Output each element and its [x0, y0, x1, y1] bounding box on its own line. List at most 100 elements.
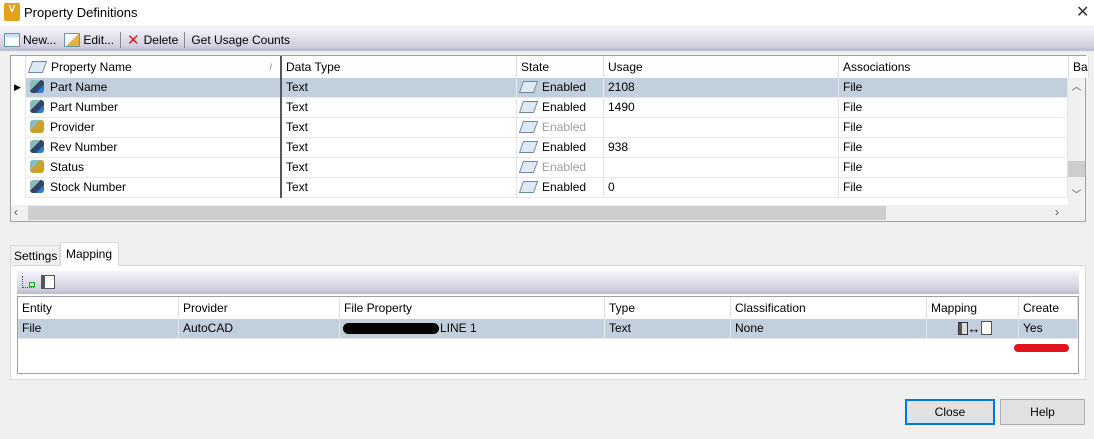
usage-cell: 2108	[604, 78, 839, 98]
mapping-cell[interactable]: ↔	[927, 319, 1019, 339]
usage-cell: 938	[604, 138, 839, 158]
vertical-scrollbar[interactable]: ︿ ﹀	[1068, 78, 1085, 205]
panel-view-icon[interactable]	[41, 275, 55, 289]
data-type-cell: Text	[282, 158, 517, 178]
property-icon	[30, 100, 44, 113]
scroll-left-icon[interactable]: ‹	[14, 205, 18, 219]
data-type-cell: Text	[282, 78, 517, 98]
file-icon	[980, 321, 992, 335]
edit-label: Edit...	[83, 32, 115, 47]
annotation-underline	[1014, 344, 1069, 352]
table-row[interactable]: ▶ Part Name Text Enabled 2108 File	[11, 78, 1068, 98]
delete-icon: ✕	[127, 31, 140, 49]
row-indicator[interactable]	[11, 158, 26, 178]
new-icon	[4, 32, 20, 47]
column-header[interactable]: Property Name /	[26, 56, 282, 78]
column-label: Associations	[843, 60, 911, 74]
file-property-cell: LINE 1	[340, 319, 605, 339]
column-header[interactable]: Provider	[179, 297, 340, 319]
get-usage-counts-label: Get Usage Counts	[191, 32, 291, 47]
data-type-cell: Text	[282, 138, 517, 158]
tree-view-icon[interactable]	[22, 276, 35, 288]
state-label: Enabled	[542, 80, 587, 94]
sort-icon: /	[269, 62, 272, 72]
property-name: Part Name	[50, 80, 108, 94]
table-row[interactable]: File AutoCAD LINE 1 Text None ↔ Yes	[18, 319, 1078, 339]
entity-cell: File	[18, 319, 179, 339]
property-name: Provider	[50, 120, 95, 134]
row-indicator[interactable]	[11, 98, 26, 118]
delete-label: Delete	[143, 32, 179, 47]
new-button[interactable]: New...	[0, 30, 60, 50]
column-header[interactable]: Ba	[1069, 56, 1089, 78]
column-label: Entity	[22, 301, 53, 315]
table-row[interactable]: Status Text Enabled File	[11, 158, 1068, 178]
column-header[interactable]: Entity	[18, 297, 179, 319]
data-type-cell: Text	[282, 118, 517, 138]
column-header[interactable]: State	[517, 56, 604, 78]
column-header[interactable]: Mapping	[927, 297, 1019, 319]
row-indicator[interactable]	[11, 118, 26, 138]
close-window-icon[interactable]: ✕	[1076, 2, 1089, 22]
property-icon	[30, 80, 44, 93]
property-icon	[30, 160, 44, 173]
table-row[interactable]: Stock Number Text Enabled 0 File	[11, 178, 1068, 198]
column-label: Property Name	[51, 60, 132, 74]
row-indicator[interactable]	[11, 138, 26, 158]
column-header[interactable]: Usage	[604, 56, 839, 78]
row-indicator[interactable]: ▶	[11, 78, 26, 98]
property-name-cell: Provider	[26, 118, 282, 138]
app-logo-icon: V	[4, 3, 20, 21]
state-cell: Enabled	[517, 158, 604, 178]
associations-cell: File	[839, 158, 1068, 178]
state-cell: Enabled	[517, 78, 604, 98]
column-header[interactable]: Classification	[731, 297, 927, 319]
state-tag-icon	[518, 121, 539, 133]
edit-icon	[64, 32, 81, 47]
column-label: Provider	[183, 301, 228, 315]
data-type-cell: Text	[282, 178, 517, 198]
scroll-down-icon[interactable]: ﹀	[1068, 186, 1085, 201]
property-name-cell: Rev Number	[26, 138, 282, 158]
help-button[interactable]: Help	[1000, 399, 1085, 425]
property-icon	[30, 140, 44, 153]
column-label: Create	[1023, 301, 1060, 315]
column-label: File Property	[344, 301, 413, 315]
new-label: New...	[23, 32, 57, 47]
type-cell: Text	[605, 319, 731, 339]
column-header[interactable]: Create	[1019, 297, 1078, 319]
column-label: Classification	[735, 301, 806, 315]
get-usage-counts-button[interactable]: Get Usage Counts	[187, 30, 294, 50]
table-row[interactable]: Rev Number Text Enabled 938 File	[11, 138, 1068, 158]
classification-cell: None	[731, 319, 927, 339]
horizontal-scrollbar[interactable]: ‹ ›	[11, 205, 1085, 221]
toolbar-separator	[184, 31, 186, 48]
property-name: Stock Number	[50, 180, 127, 194]
delete-button[interactable]: ✕ Delete	[123, 30, 182, 50]
toolbar: New... Edit... ✕ Delete Get Usage Counts	[0, 28, 1094, 51]
property-icon	[957, 322, 968, 335]
column-header[interactable]: Data Type	[282, 56, 517, 78]
scrollbar-thumb[interactable]	[28, 206, 886, 220]
scroll-up-icon[interactable]: ︿	[1068, 78, 1085, 93]
tab-settings[interactable]: Settings	[10, 245, 60, 265]
tab-mapping[interactable]: Mapping	[60, 242, 119, 266]
table-row[interactable]: Part Number Text Enabled 1490 File	[11, 98, 1068, 118]
column-header[interactable]: Type	[605, 297, 731, 319]
state-label: Enabled	[542, 160, 587, 174]
scrollbar-thumb[interactable]	[1068, 161, 1085, 177]
column-header[interactable]: Associations	[839, 56, 1069, 78]
window-title: Property Definitions	[24, 5, 138, 20]
data-type-cell: Text	[282, 98, 517, 118]
create-cell: Yes	[1019, 319, 1078, 339]
column-header[interactable]: File Property	[340, 297, 605, 319]
usage-cell: 0	[604, 178, 839, 198]
row-indicator[interactable]	[11, 178, 26, 198]
property-name-cell: Part Name	[26, 78, 282, 98]
property-name-cell: Status	[26, 158, 282, 178]
close-button[interactable]: Close	[905, 399, 995, 425]
table-row[interactable]: Provider Text Enabled File	[11, 118, 1068, 138]
edit-button[interactable]: Edit...	[60, 30, 118, 50]
scroll-right-icon[interactable]: ›	[1055, 205, 1059, 219]
mapping-toolbar	[17, 271, 1079, 294]
